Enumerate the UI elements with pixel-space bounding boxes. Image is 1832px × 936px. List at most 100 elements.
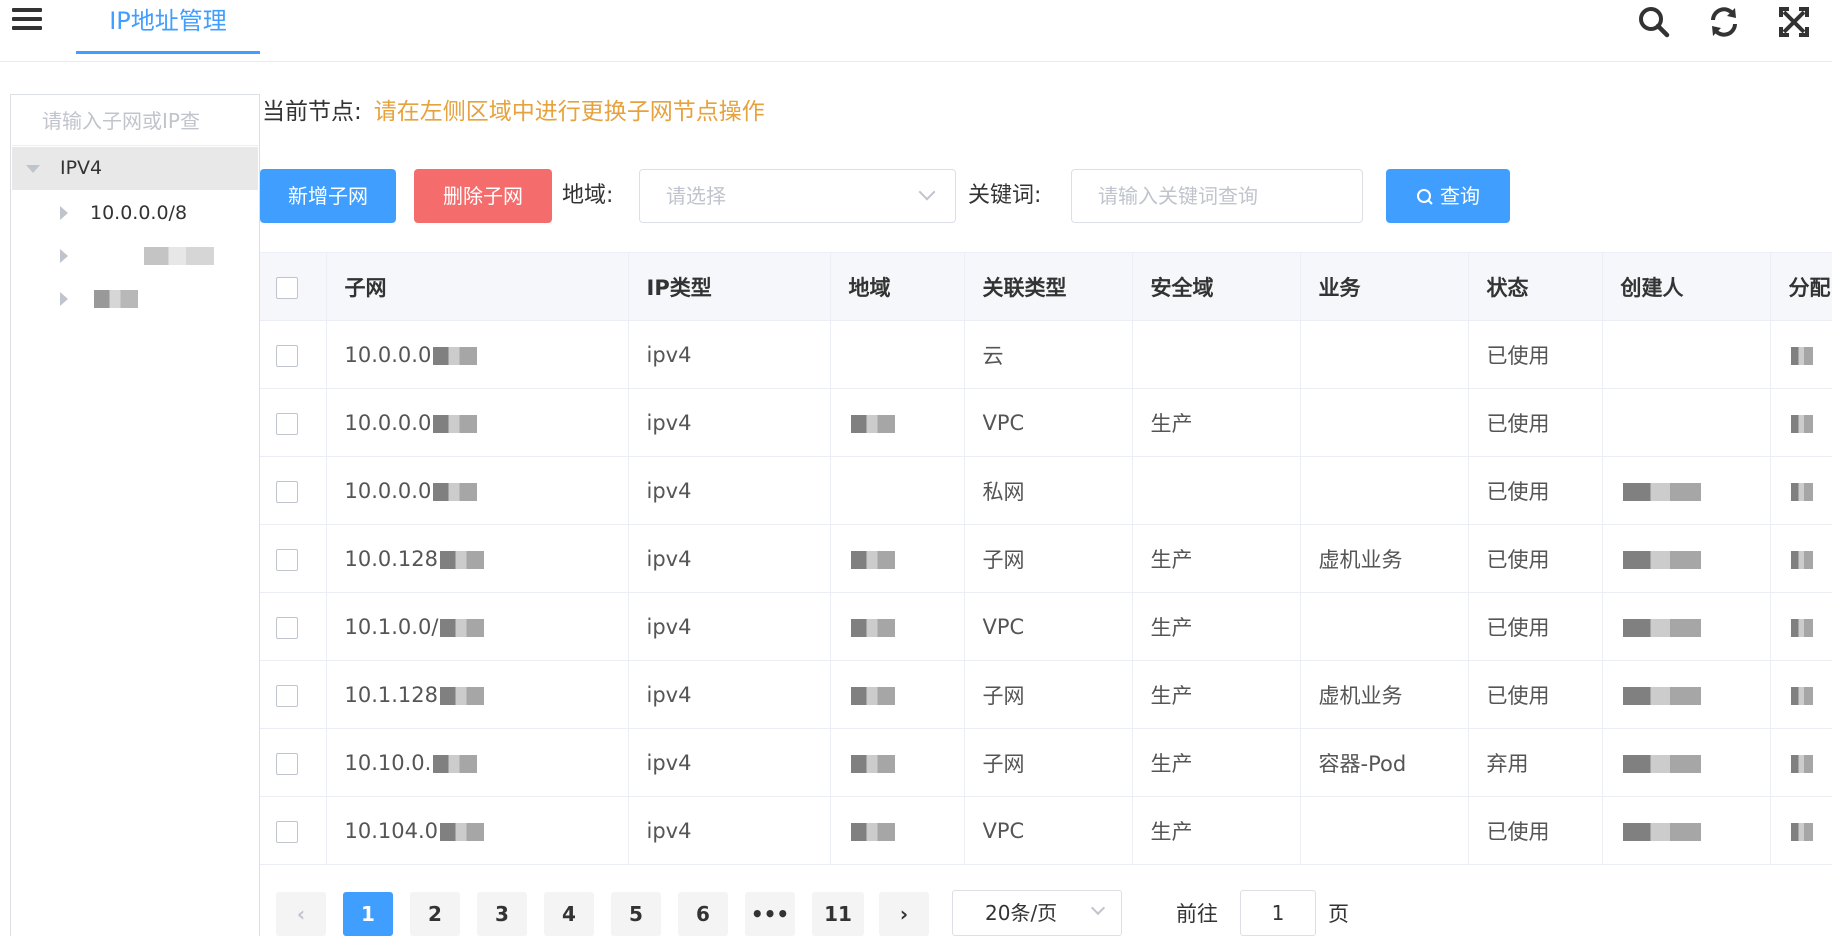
cell-region <box>830 796 965 865</box>
cell-region <box>830 320 965 389</box>
fullscreen-icon[interactable] <box>1776 4 1812 40</box>
column-header[interactable]: 关联类型 <box>964 252 1133 321</box>
page-button-2[interactable]: 2 <box>410 892 460 936</box>
tree-search-input[interactable]: 请输入子网或IP查 <box>12 96 258 146</box>
page-ellipsis-button[interactable]: ••• <box>745 892 795 936</box>
keyword-input[interactable]: 请输入关键词查询 <box>1071 169 1363 223</box>
row-checkbox[interactable] <box>276 548 298 571</box>
cell-text: ipv4 <box>646 478 692 503</box>
page-button-1[interactable]: 1 <box>343 892 393 936</box>
row-checkbox-cell[interactable] <box>260 796 327 865</box>
page-button-4[interactable]: 4 <box>544 892 594 936</box>
column-header[interactable]: 分配 <box>1770 252 1832 321</box>
cell-allocation <box>1770 796 1832 865</box>
cell-text: 生产 <box>1150 615 1193 640</box>
page-suffix-label: 页 <box>1328 902 1349 926</box>
row-checkbox-cell[interactable] <box>260 592 327 661</box>
cell-link-type: VPC <box>964 388 1133 457</box>
cell-text: 子网 <box>982 547 1025 572</box>
row-checkbox-cell[interactable] <box>260 388 327 457</box>
search-icon[interactable] <box>1636 4 1672 40</box>
tree-node-label: IPV4 <box>60 157 103 179</box>
cell-text: 云 <box>982 343 1004 368</box>
cell-text: 私网 <box>982 479 1025 504</box>
table-row[interactable]: 10.10.0. ipv4 子网 生产 容器-Pod 弃用 <box>260 728 1832 797</box>
column-header[interactable]: 子网 <box>326 252 629 321</box>
table-row[interactable]: 10.104.0 ipv4 VPC 生产 已使用 <box>260 796 1832 865</box>
caret-down-icon <box>26 165 40 173</box>
page-button-11[interactable]: 11 <box>812 892 864 936</box>
query-button[interactable]: 查询 <box>1386 169 1510 223</box>
column-header[interactable]: 状态 <box>1468 252 1603 321</box>
cell-status: 已使用 <box>1468 456 1603 525</box>
cell-text: 已使用 <box>1486 411 1550 436</box>
row-checkbox[interactable] <box>276 820 298 843</box>
page-button-6[interactable]: 6 <box>678 892 728 936</box>
row-checkbox[interactable] <box>276 480 298 503</box>
row-checkbox-cell[interactable] <box>260 728 327 797</box>
row-checkbox[interactable] <box>276 412 298 435</box>
row-checkbox-cell[interactable] <box>260 320 327 389</box>
cell-text: 生产 <box>1150 751 1193 776</box>
delete-subnet-button[interactable]: 删除子网 <box>414 169 552 223</box>
add-subnet-button[interactable]: 新增子网 <box>260 169 396 223</box>
cell-link-type: 子网 <box>964 660 1133 729</box>
cell-allocation <box>1770 728 1832 797</box>
page-button-3[interactable]: 3 <box>477 892 527 936</box>
table-row[interactable]: 10.0.0.0 ipv4 VPC 生产 已使用 <box>260 388 1832 457</box>
select-all-checkbox[interactable] <box>276 276 298 299</box>
cell-text: 虚机业务 <box>1318 683 1403 708</box>
cell-allocation <box>1770 456 1832 525</box>
cell-allocation <box>1770 320 1832 389</box>
top-bar: IP地址管理 <box>0 0 1832 62</box>
cell-status: 已使用 <box>1468 660 1603 729</box>
row-checkbox-cell[interactable] <box>260 456 327 525</box>
cell-status: 已使用 <box>1468 388 1603 457</box>
refresh-icon[interactable] <box>1706 4 1742 40</box>
menu-icon[interactable] <box>12 8 42 34</box>
select-all-checkbox-cell[interactable] <box>260 252 327 321</box>
redacted-label <box>94 290 138 308</box>
cell-allocation <box>1770 660 1832 729</box>
column-header[interactable]: 地域 <box>830 252 965 321</box>
table-row[interactable]: 10.0.128 ipv4 子网 生产 虚机业务 已使用 <box>260 524 1832 593</box>
table-row[interactable]: 10.0.0.0 ipv4 云 已使用 <box>260 320 1832 389</box>
tree-node-redacted[interactable] <box>12 278 258 321</box>
cell-region <box>830 388 965 457</box>
redacted-value <box>1790 482 1813 501</box>
column-header[interactable]: 业务 <box>1300 252 1469 321</box>
cell-region <box>830 524 965 593</box>
table-row[interactable]: 10.1.0.0/ipv4 VPC 生产 已使用 <box>260 592 1832 661</box>
row-checkbox[interactable] <box>276 616 298 639</box>
region-select[interactable]: 请选择 <box>639 169 956 223</box>
goto-page-input[interactable]: 1 <box>1240 890 1316 936</box>
cell-text: 生产 <box>1150 819 1193 844</box>
row-checkbox[interactable] <box>276 752 298 775</box>
redacted-value <box>1790 822 1813 841</box>
cell-text: 已使用 <box>1486 547 1550 572</box>
next-page-button[interactable]: › <box>879 892 929 936</box>
cell-region <box>830 456 965 525</box>
page-button-5[interactable]: 5 <box>611 892 661 936</box>
page-size-select[interactable]: 20条/页 <box>952 890 1122 936</box>
row-checkbox[interactable] <box>276 684 298 707</box>
row-checkbox-cell[interactable] <box>260 524 327 593</box>
row-checkbox-cell[interactable] <box>260 660 327 729</box>
column-header[interactable]: IP类型 <box>628 252 831 321</box>
cell-subnet: 10.1.0.0/ <box>326 592 629 661</box>
prev-page-button[interactable]: ‹ <box>276 892 326 936</box>
tab-ip-management[interactable]: IP地址管理 <box>76 0 260 54</box>
tree-node-redacted[interactable] <box>12 235 258 278</box>
cell-text: 生产 <box>1150 547 1193 572</box>
table-row[interactable]: 10.1.128 ipv4 子网 生产 虚机业务 已使用 <box>260 660 1832 729</box>
row-checkbox[interactable] <box>276 344 298 367</box>
tree-node-10-0-0-0[interactable]: 10.0.0.0/8 <box>12 192 258 235</box>
tree-node-ipv4[interactable]: IPV4 <box>12 147 258 190</box>
current-node-hint: 请在左侧区域中进行更换子网节点操作 <box>373 99 765 125</box>
redacted-value <box>440 618 485 637</box>
column-header[interactable]: 创建人 <box>1602 252 1771 321</box>
column-header[interactable]: 安全域 <box>1132 252 1301 321</box>
cell-business: 虚机业务 <box>1300 524 1469 593</box>
cell-text: ipv4 <box>646 818 692 843</box>
table-row[interactable]: 10.0.0.0 ipv4 私网 已使用 <box>260 456 1832 525</box>
